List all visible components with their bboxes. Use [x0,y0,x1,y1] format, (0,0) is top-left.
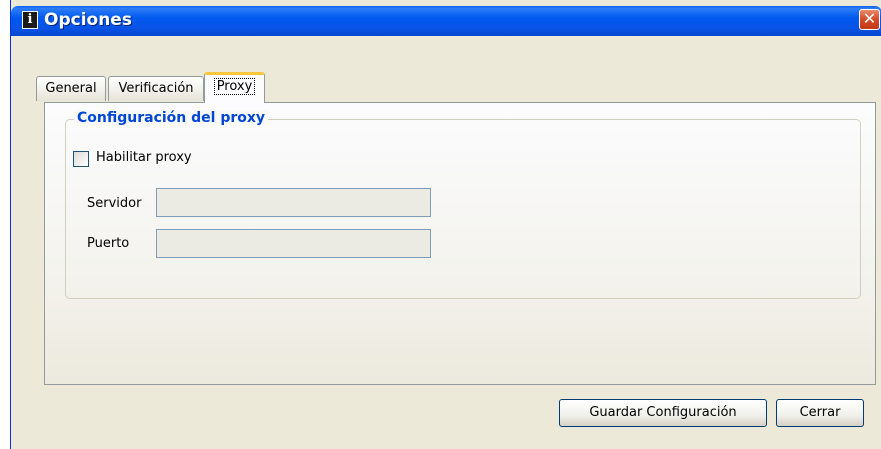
save-settings-label: Guardar Configuración [589,405,737,420]
save-settings-button[interactable]: Guardar Configuración [559,399,767,427]
options-dialog: i Opciones ✕ General Verificación Proxy … [10,0,881,449]
close-button[interactable]: Cerrar [776,399,864,427]
tab-proxy[interactable]: Proxy [204,72,265,103]
port-label: Puerto [87,236,130,251]
port-input[interactable] [156,229,431,258]
close-window-button[interactable]: ✕ [859,9,880,30]
tab-verificacion[interactable]: Verificación [108,76,204,101]
tab-label: Proxy [213,78,256,95]
info-icon: i [22,11,38,29]
window-title: Opciones [44,10,132,30]
enable-proxy-label[interactable]: Habilitar proxy [96,150,192,165]
server-input[interactable] [156,188,431,217]
group-title: Configuración del proxy [74,110,269,126]
tab-label: General [45,81,97,96]
proxy-tab-panel: Configuración del proxy Habilitar proxy … [44,102,876,385]
tab-label: Verificación [118,81,194,96]
enable-proxy-checkbox[interactable] [73,151,89,167]
server-label: Servidor [87,196,142,211]
close-icon: ✕ [862,9,877,28]
title-bar[interactable]: i Opciones ✕ [11,6,881,36]
tab-general[interactable]: General [36,76,106,101]
close-button-label: Cerrar [799,405,841,420]
